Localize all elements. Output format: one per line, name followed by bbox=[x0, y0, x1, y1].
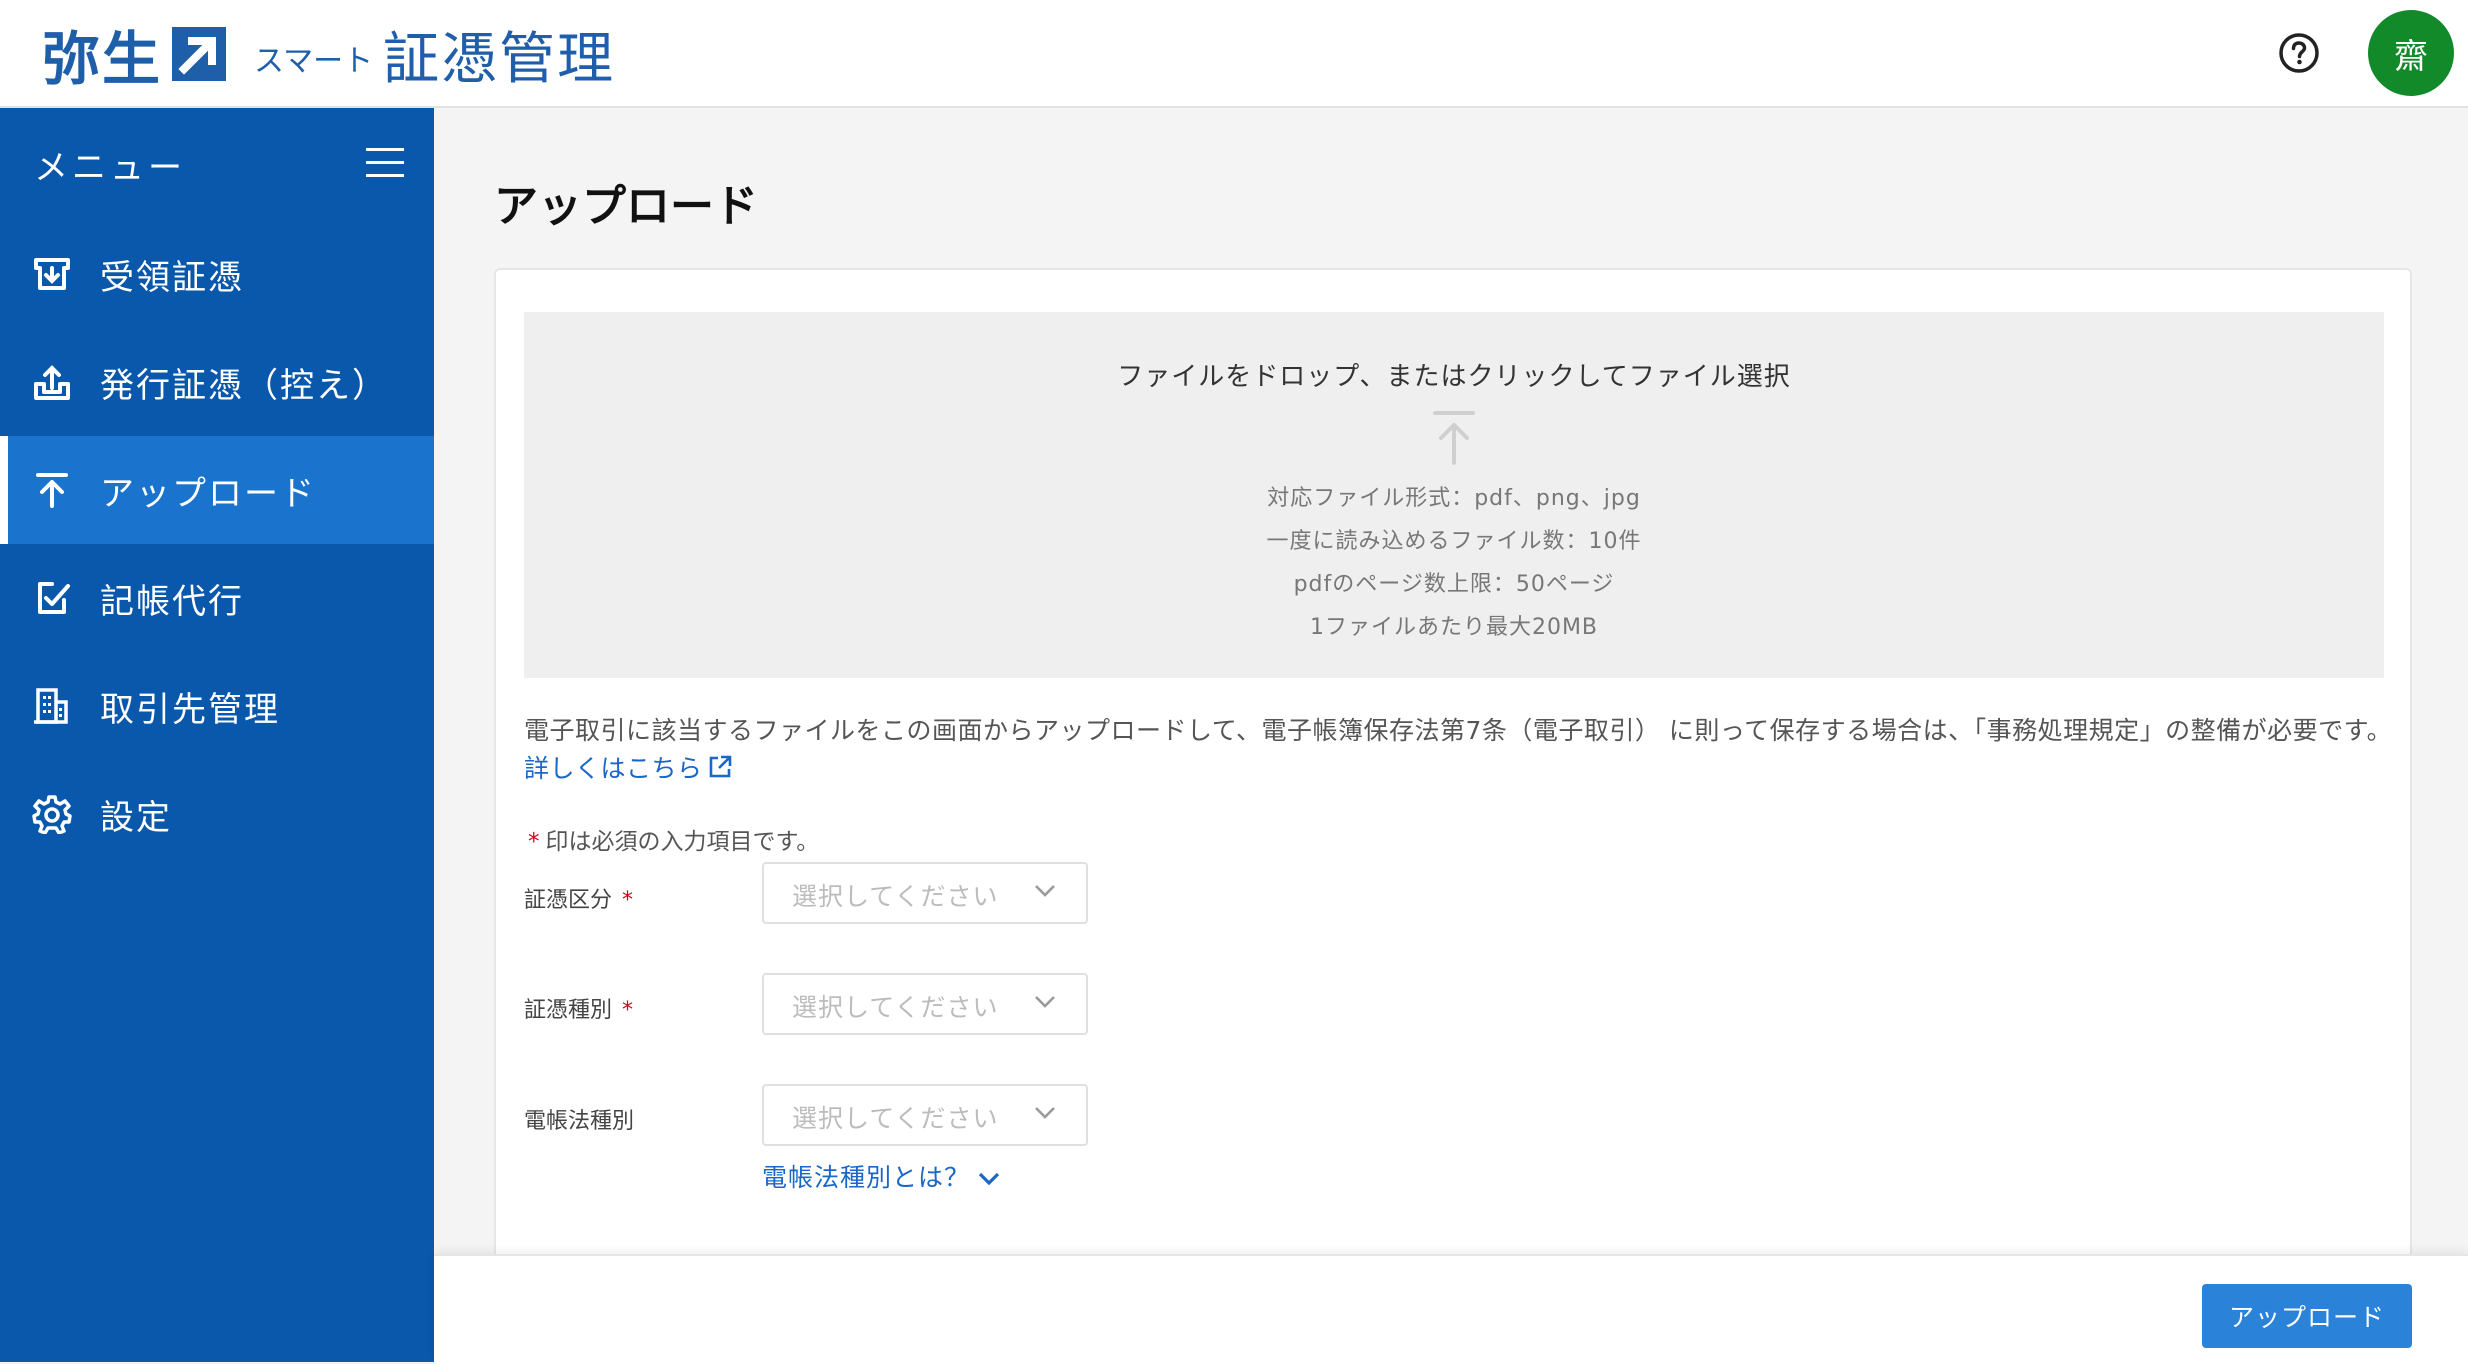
sidebar-item-settings[interactable]: 設定 bbox=[0, 760, 434, 868]
e-book-law-type-help-toggle[interactable]: 電帳法種別とは？ bbox=[762, 1158, 1000, 1194]
notice-paragraph: 電子取引に該当するファイルをこの画面からアップロードして、電子帳簿保存法第7条（… bbox=[524, 712, 2394, 788]
sidebar-item-label: 取引先管理 bbox=[100, 689, 280, 730]
chevron-down-icon bbox=[1035, 1107, 1055, 1119]
menu-header: メニュー bbox=[0, 108, 434, 220]
action-footer: アップロード bbox=[434, 1254, 2468, 1364]
upload-arrow-icon bbox=[30, 468, 74, 512]
sidebar-item-label: 設定 bbox=[100, 797, 172, 838]
sidebar-item-label: 発行証憑（控え） bbox=[100, 365, 388, 406]
document-type-label: 証憑種別 * bbox=[524, 992, 639, 1024]
gear-icon bbox=[30, 792, 74, 836]
product-name: 証憑管理 bbox=[383, 26, 616, 92]
sidebar-item-label: 記帳代行 bbox=[100, 581, 244, 622]
details-link-label: 詳しくはこちら bbox=[524, 754, 703, 783]
file-size-note: 1ファイルあたり最大20MB bbox=[1309, 615, 1599, 640]
required-note-text: 印は必須の入力項目です。 bbox=[545, 829, 820, 855]
page-title: アップロード bbox=[494, 181, 758, 232]
edit-check-icon bbox=[30, 576, 74, 620]
user-avatar[interactable]: 齋 bbox=[2368, 10, 2454, 96]
document-category-label: 証憑区分 * bbox=[524, 882, 639, 914]
e-book-law-type-label: 電帳法種別 bbox=[524, 1103, 634, 1135]
document-type-select[interactable]: 選択してください bbox=[762, 973, 1088, 1035]
external-link-icon bbox=[709, 755, 731, 778]
app-header: 弥生 スマート 証憑管理 齋 bbox=[0, 0, 2468, 108]
sidebar-item-label: アップロード bbox=[100, 473, 316, 514]
file-format-note: 対応ファイル形式：pdf、png、jpg bbox=[1267, 486, 1641, 511]
receive-document-icon bbox=[30, 252, 74, 296]
chevron-down-icon bbox=[1035, 996, 1055, 1008]
help-link-label: 電帳法種別とは？ bbox=[762, 1163, 971, 1192]
issue-document-icon bbox=[30, 360, 74, 404]
sidebar-item-issued-documents[interactable]: 発行証憑（控え） bbox=[0, 328, 434, 436]
file-count-note: 一度に読み込めるファイル数：10件 bbox=[1266, 529, 1642, 554]
dropzone-main-text: ファイルをドロップ、またはクリックしてファイル選択 bbox=[1117, 362, 1791, 392]
field-label-text: 電帳法種別 bbox=[524, 1109, 635, 1134]
upload-button[interactable]: アップロード bbox=[2202, 1284, 2412, 1348]
file-dropzone[interactable]: ファイルをドロップ、またはクリックしてファイル選択 対応ファイル形式：pdf、p… bbox=[524, 312, 2384, 678]
required-mark: * bbox=[528, 829, 540, 855]
brand-name: 弥生 bbox=[42, 25, 163, 93]
sidebar-item-clients[interactable]: 取引先管理 bbox=[0, 652, 434, 760]
product-name-small: スマート bbox=[254, 44, 374, 79]
sidebar: メニュー 受領証憑 発行証憑（控え） アップロード 記帳代行 取引先管理 設定 bbox=[0, 108, 434, 1362]
details-link[interactable]: 詳しくはこちら bbox=[524, 754, 733, 783]
brand-arrow-icon bbox=[172, 27, 227, 81]
required-note: * 印は必須の入力項目です。 bbox=[528, 822, 819, 856]
sidebar-item-bookkeeping[interactable]: 記帳代行 bbox=[0, 544, 434, 652]
chevron-down-icon bbox=[1035, 885, 1055, 897]
notice-text: 電子取引に該当するファイルをこの画面からアップロードして、電子帳簿保存法第7条（… bbox=[524, 716, 2393, 745]
hamburger-menu-icon[interactable] bbox=[366, 146, 404, 180]
required-mark: * bbox=[622, 998, 634, 1023]
chevron-down-icon bbox=[978, 1172, 1000, 1186]
required-mark: * bbox=[622, 888, 634, 913]
field-label-text: 証憑区分 bbox=[524, 888, 613, 913]
question-circle-icon[interactable] bbox=[2278, 32, 2320, 74]
upload-card: ファイルをドロップ、またはクリックしてファイル選択 対応ファイル形式：pdf、p… bbox=[494, 268, 2412, 1268]
menu-title: メニュー bbox=[34, 147, 186, 188]
e-book-law-type-select[interactable]: 選択してください bbox=[762, 1084, 1088, 1146]
sidebar-item-upload[interactable]: アップロード bbox=[0, 436, 434, 544]
upload-arrow-icon bbox=[1433, 411, 1475, 465]
app-logo[interactable]: 弥生 スマート 証憑管理 bbox=[42, 14, 615, 94]
field-label-text: 証憑種別 bbox=[524, 998, 613, 1023]
pdf-page-limit-note: pdfのページ数上限：50ページ bbox=[1293, 572, 1615, 597]
select-placeholder: 選択してください bbox=[792, 882, 999, 911]
document-category-select[interactable]: 選択してください bbox=[762, 862, 1088, 924]
building-icon bbox=[30, 684, 74, 728]
sidebar-item-received-documents[interactable]: 受領証憑 bbox=[0, 220, 434, 328]
sidebar-item-label: 受領証憑 bbox=[100, 257, 244, 298]
select-placeholder: 選択してください bbox=[792, 1104, 999, 1133]
select-placeholder: 選択してください bbox=[792, 993, 999, 1022]
